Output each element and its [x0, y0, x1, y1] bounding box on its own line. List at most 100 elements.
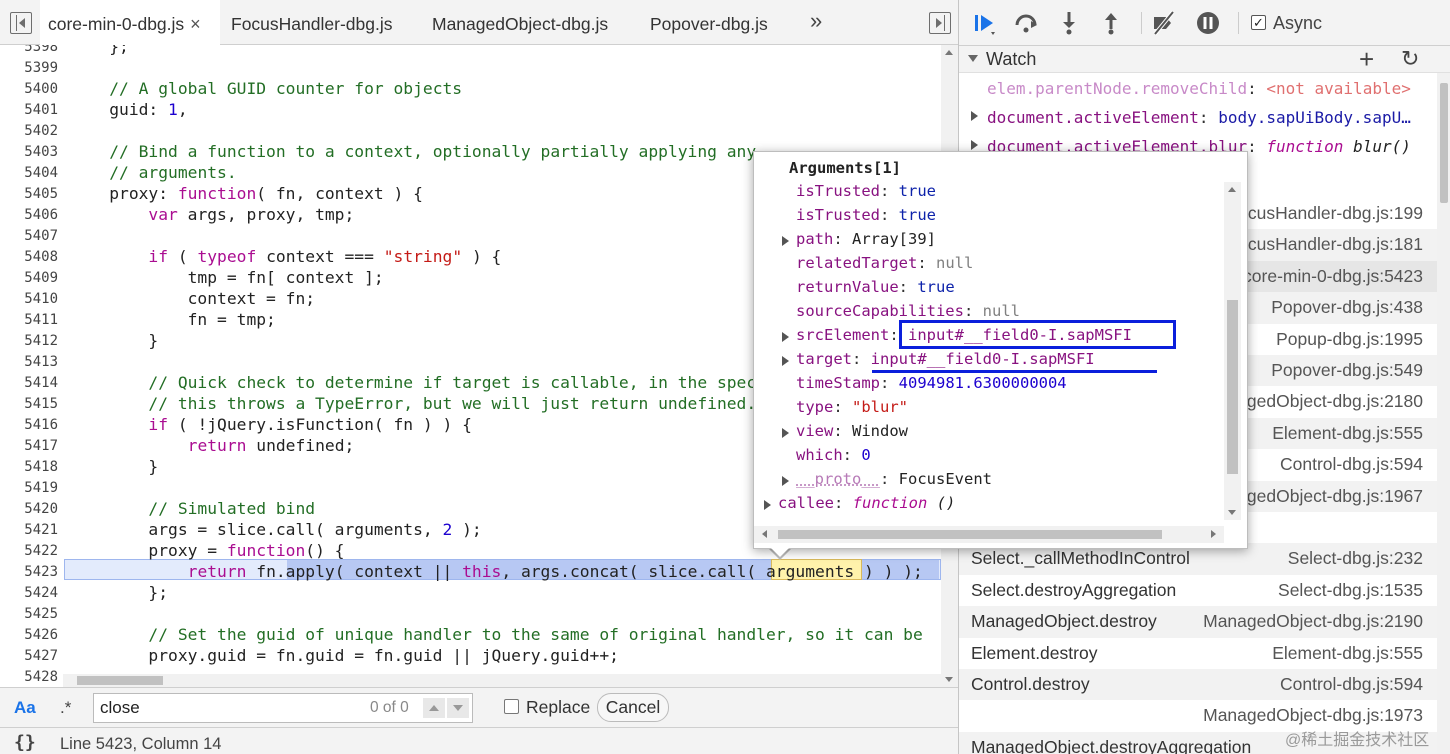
call-frame-location[interactable]: Popover-dbg.js:438 [1271, 297, 1423, 318]
line-number[interactable]: 5425 [0, 606, 58, 622]
call-frame-location[interactable]: Element-dbg.js:555 [1272, 423, 1423, 444]
call-frame-location[interactable]: Control-dbg.js:594 [1280, 454, 1423, 475]
line-number[interactable]: 5413 [0, 354, 58, 370]
close-tab-icon[interactable]: × [190, 14, 201, 34]
watch-section-header[interactable]: Watch + ↻ [959, 46, 1450, 73]
call-frame-location[interactable]: Popover-dbg.js:549 [1271, 360, 1423, 381]
line-number[interactable]: 5402 [0, 123, 58, 139]
call-frame-location[interactable]: Select-dbg.js:232 [1288, 548, 1423, 569]
line-number-gutter[interactable]: 5398 5399 5400 5401 5402 5403 5404 5405 5406 5407… [0, 45, 63, 687]
tab-popover[interactable]: Popover-dbg.js [650, 0, 768, 45]
collapse-arrow-icon[interactable] [968, 55, 978, 62]
async-checkbox[interactable]: ✓ [1251, 15, 1266, 30]
popover-vertical-scrollbar[interactable] [1224, 182, 1241, 520]
pretty-print-icon[interactable]: {} [14, 732, 36, 753]
regex-button[interactable]: .* [60, 698, 71, 718]
match-case-button[interactable]: Aa [14, 698, 36, 718]
line-number[interactable]: 5420 [0, 501, 58, 517]
expand-arrow-icon[interactable] [782, 476, 789, 486]
line-number[interactable]: 5414 [0, 375, 58, 391]
popover-property[interactable]: timeStamp: 4094981.6300000004 [796, 374, 1067, 398]
sidebar-scrollbar[interactable] [1437, 73, 1450, 754]
line-number[interactable]: 5411 [0, 312, 58, 328]
expand-arrow-icon[interactable] [782, 356, 789, 366]
next-match-button[interactable] [447, 698, 469, 718]
expand-arrow-icon[interactable] [971, 140, 978, 150]
expand-arrow-icon[interactable] [764, 500, 771, 510]
call-frame[interactable]: ManagedObject.destroy ManagedObject-dbg.j… [959, 606, 1437, 637]
object-preview-popover[interactable]: Arguments[1] isTrusted: true isTrusted: t… [753, 151, 1248, 549]
popover-property[interactable]: view: Window [796, 422, 908, 446]
line-number[interactable]: 5426 [0, 627, 58, 643]
expand-arrow-icon[interactable] [971, 111, 978, 121]
watch-item[interactable]: document.activeElement: body.sapUiBody.s… [959, 103, 1439, 131]
line-number[interactable]: 5419 [0, 480, 58, 496]
call-frame[interactable]: Element.destroy Element-dbg.js:555 [959, 638, 1437, 669]
popover-property[interactable]: relatedTarget: null [796, 254, 973, 278]
step-into-icon[interactable] [1056, 10, 1082, 36]
line-number[interactable]: 5399 [0, 60, 58, 76]
step-out-icon[interactable] [1098, 10, 1124, 36]
line-number[interactable]: 5398 [0, 45, 58, 55]
popover-property[interactable]: length: 1 [778, 518, 862, 520]
line-number[interactable]: 5424 [0, 585, 58, 601]
call-frame-location[interactable]: Element-dbg.js:555 [1272, 643, 1423, 664]
line-number[interactable]: 5400 [0, 81, 58, 97]
line-number[interactable]: 5403 [0, 144, 58, 160]
popover-property[interactable]: returnValue: true [796, 278, 955, 302]
call-frame[interactable]: Select.destroyAggregation Select-dbg.js:1… [959, 575, 1437, 606]
expand-arrow-icon[interactable] [782, 428, 789, 438]
popover-property[interactable]: callee: function () [778, 494, 955, 518]
line-number[interactable]: 5422 [0, 543, 58, 559]
line-number[interactable]: 5404 [0, 165, 58, 181]
popover-property[interactable]: type: "blur" [796, 398, 908, 422]
search-input[interactable] [100, 698, 360, 718]
popover-property[interactable]: path: Array[39] [796, 230, 936, 254]
line-number[interactable]: 5417 [0, 438, 58, 454]
line-number[interactable]: 5418 [0, 459, 58, 475]
line-number[interactable]: 5407 [0, 228, 58, 244]
popover-horizontal-scrollbar[interactable] [754, 526, 1224, 543]
call-frame-location[interactable]: FocusHandler-dbg.js:199 [1227, 203, 1423, 224]
async-label[interactable]: Async [1273, 13, 1322, 34]
call-frame[interactable]: Control.destroy Control-dbg.js:594 [959, 669, 1437, 700]
property-value[interactable]: input#__field0-I.sapMSFI [871, 350, 1095, 368]
tab-focushandler[interactable]: FocusHandler-dbg.js [231, 0, 392, 45]
call-frame-location[interactable]: FocusHandler-dbg.js:181 [1227, 234, 1423, 255]
watch-item[interactable]: elem.parentNode.removeChild: <not availa… [959, 74, 1439, 102]
pause-on-exceptions-icon[interactable] [1195, 10, 1221, 36]
call-frame-location[interactable]: Select-dbg.js:1535 [1278, 580, 1423, 601]
refresh-watch-icon[interactable]: ↻ [1401, 46, 1419, 72]
call-frame-location[interactable]: ManagedObject-dbg.js:2190 [1203, 611, 1423, 632]
deactivate-breakpoints-icon[interactable] [1151, 10, 1177, 36]
popover-property[interactable]: isTrusted: true [796, 182, 936, 206]
line-number[interactable]: 5412 [0, 333, 58, 349]
more-tabs-icon[interactable]: » [810, 8, 822, 34]
line-number[interactable]: 5409 [0, 270, 58, 286]
line-number[interactable]: 5405 [0, 186, 58, 202]
editor-horizontal-scrollbar[interactable] [63, 674, 941, 687]
cancel-button[interactable]: Cancel [597, 693, 669, 722]
call-frame-location[interactable]: ManagedObject-dbg.js:1973 [1203, 705, 1423, 726]
line-number[interactable]: 5401 [0, 102, 58, 118]
call-frame-location[interactable]: core-min-0-dbg.js:5423 [1243, 266, 1423, 287]
resume-icon[interactable] [971, 10, 997, 36]
replace-checkbox[interactable] [504, 699, 519, 714]
line-number[interactable]: 5415 [0, 396, 58, 412]
line-number[interactable]: 5410 [0, 291, 58, 307]
popover-property[interactable]: which: 0 [796, 446, 871, 470]
line-number[interactable]: 5406 [0, 207, 58, 223]
line-number[interactable]: 5423 [0, 564, 58, 580]
add-watch-icon[interactable]: + [1359, 44, 1374, 75]
expand-arrow-icon[interactable] [782, 236, 789, 246]
toggle-debugger-icon[interactable] [929, 12, 951, 34]
replace-label[interactable]: Replace [526, 697, 590, 718]
line-number[interactable]: 5421 [0, 522, 58, 538]
toggle-navigator-icon[interactable] [10, 12, 32, 34]
call-frame-location[interactable]: Popup-dbg.js:1995 [1276, 329, 1423, 350]
expand-arrow-icon[interactable] [782, 332, 789, 342]
line-number[interactable]: 5408 [0, 249, 58, 265]
previous-match-button[interactable] [423, 698, 445, 718]
call-frame-location[interactable]: Control-dbg.js:594 [1280, 674, 1423, 695]
tab-core-min-0-dbg[interactable]: core-min-0-dbg.js × [40, 0, 220, 46]
